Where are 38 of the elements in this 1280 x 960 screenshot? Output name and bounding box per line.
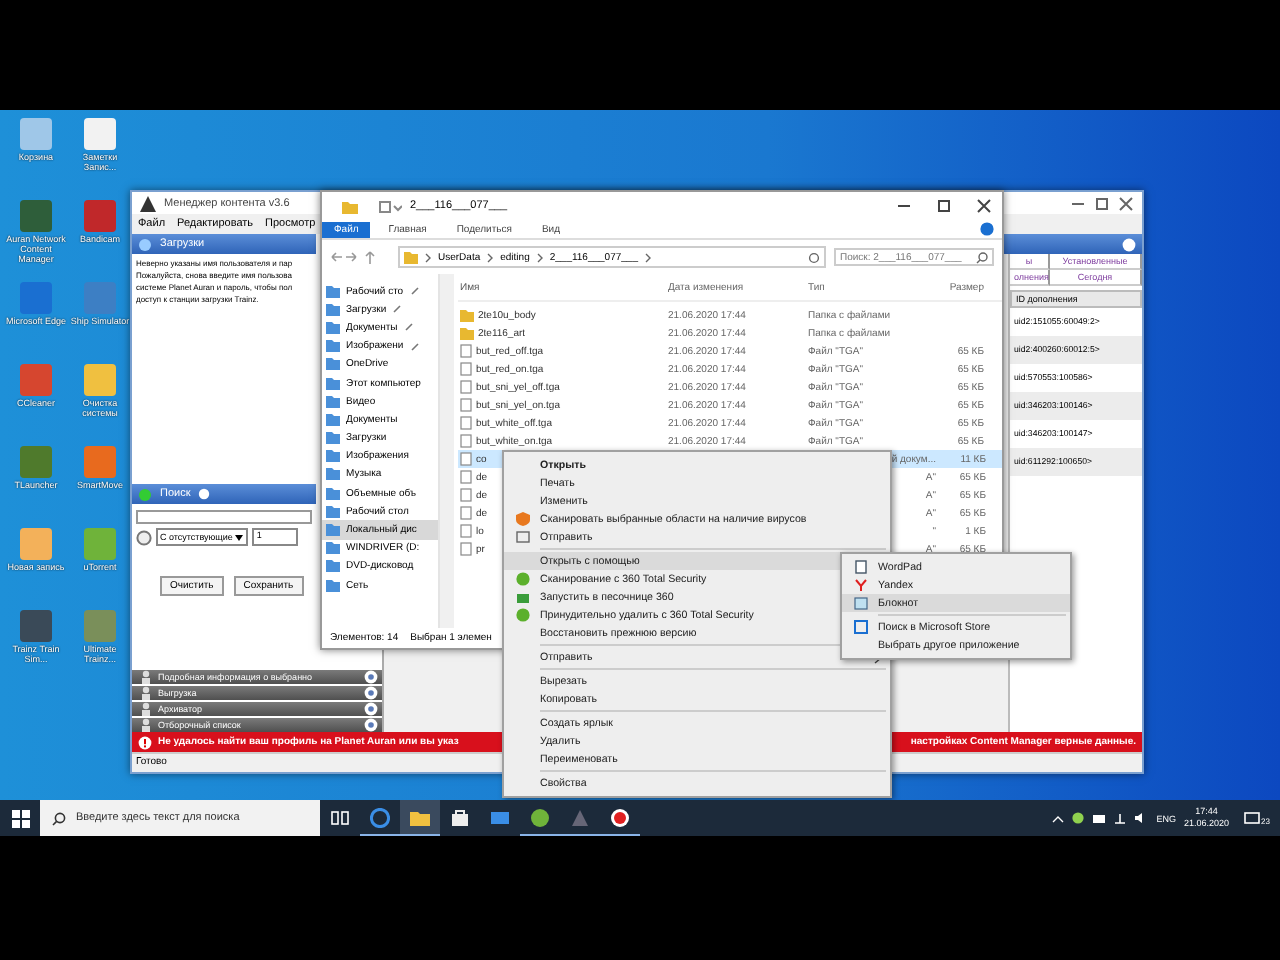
app-icon — [140, 195, 156, 211]
bag-icon — [450, 808, 470, 828]
box-icon — [515, 590, 529, 604]
document-icon — [853, 560, 867, 574]
circle-logo-icon — [515, 608, 529, 622]
record-icon — [610, 807, 630, 827]
folder-icon — [342, 199, 358, 213]
chevron-up-icon[interactable] — [1052, 813, 1065, 823]
battery-icon[interactable] — [1092, 813, 1107, 823]
task-view-icon — [330, 808, 350, 828]
app-icon[interactable] — [18, 608, 54, 644]
chevron-icon — [486, 251, 495, 263]
y-letter-icon — [853, 578, 867, 592]
chevron-icon — [424, 251, 432, 263]
chevron-icon — [643, 251, 652, 263]
shield-icon — [515, 512, 529, 526]
close-icon[interactable] — [974, 198, 994, 214]
envelope-icon — [490, 808, 510, 828]
edge-icon — [370, 807, 390, 827]
folder-icon — [410, 807, 430, 827]
alert-icon — [138, 735, 152, 749]
share-icon — [515, 530, 529, 544]
maximize-icon[interactable] — [934, 198, 954, 214]
windows-icon — [11, 809, 29, 827]
maximize-icon[interactable] — [1094, 195, 1110, 211]
circle-logo-icon — [515, 572, 529, 586]
message-icon — [1243, 811, 1260, 825]
notepad-icon — [853, 596, 867, 610]
app-icon[interactable] — [82, 116, 118, 152]
search-field[interactable] — [136, 510, 312, 524]
caret-icon — [234, 531, 245, 543]
chevron-icon — [535, 251, 544, 263]
store-icon — [853, 620, 867, 634]
help-icon[interactable] — [980, 222, 994, 236]
scrollbar[interactable] — [438, 274, 454, 628]
network-icon[interactable] — [1114, 812, 1127, 824]
quick-access-icon[interactable] — [378, 199, 402, 213]
close-icon[interactable] — [1118, 195, 1134, 211]
